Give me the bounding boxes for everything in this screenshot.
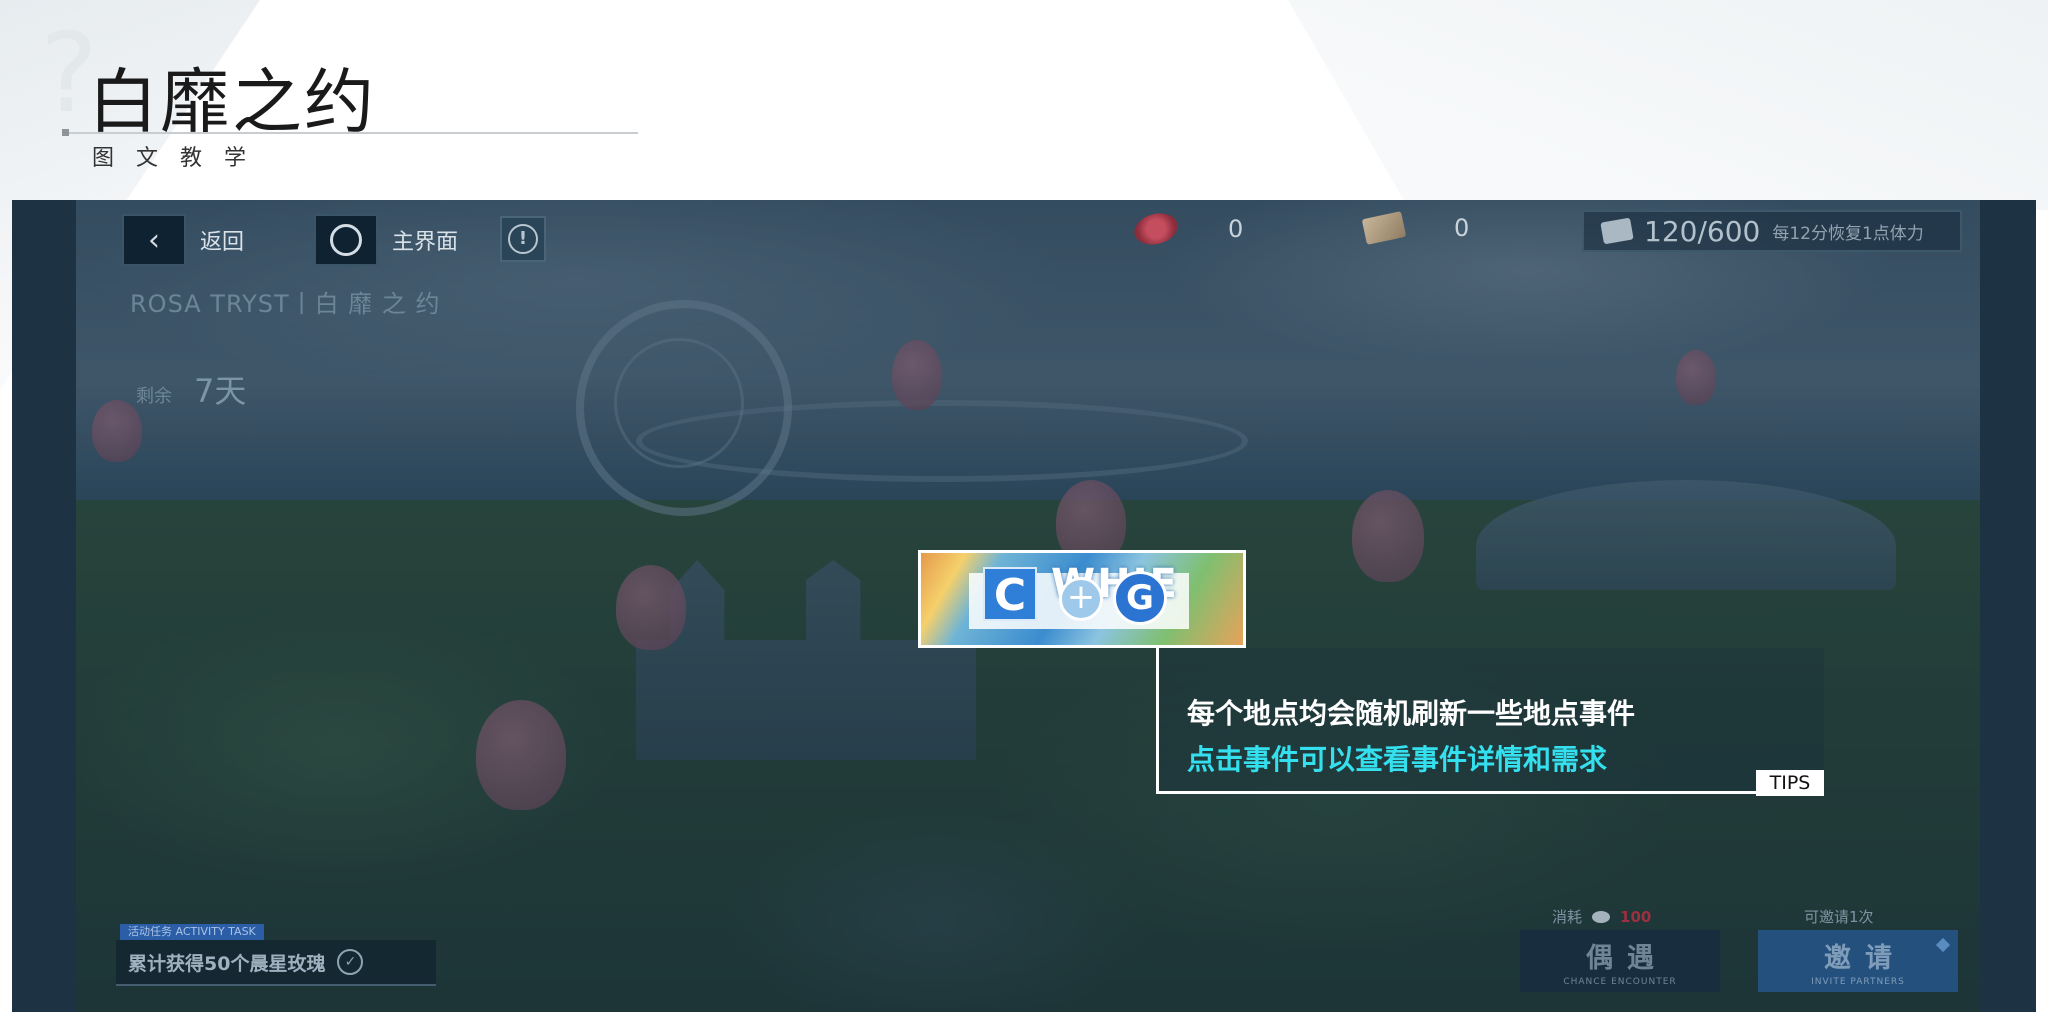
stamina-note: 每12分恢复1点体力 bbox=[1772, 223, 1924, 244]
rose-chip-icon bbox=[1130, 208, 1182, 250]
g-badge-icon: G bbox=[1113, 571, 1167, 625]
consume-cost: 消耗 100 bbox=[1552, 906, 1651, 927]
home-circle-icon bbox=[314, 214, 378, 266]
consume-amount: 100 bbox=[1620, 907, 1652, 926]
remaining-label: 剩余 bbox=[136, 386, 172, 407]
currency-rose: 0 bbox=[1130, 208, 1244, 250]
remaining-time: 剩余 7天 bbox=[136, 366, 246, 412]
tips-line-1: 每个地点均会随机刷新一些地点事件 bbox=[1187, 697, 1636, 730]
invite-label: 邀请 bbox=[1824, 942, 1906, 974]
activity-task-text: 累计获得50个晨星玫瑰 bbox=[128, 952, 326, 975]
consume-chip-icon bbox=[1592, 910, 1611, 923]
back-button[interactable]: ‹ 返回 bbox=[122, 214, 244, 266]
info-icon[interactable]: ! bbox=[500, 216, 546, 262]
home-label: 主界面 bbox=[392, 230, 459, 255]
back-chevron-icon: ‹ bbox=[122, 214, 186, 266]
activity-task-tag: 活动任务 ACTIVITY TASK bbox=[120, 924, 264, 940]
currency-ticket: 0 bbox=[1361, 211, 1470, 245]
remaining-value: 7天 bbox=[194, 372, 247, 410]
title-divider bbox=[66, 132, 638, 134]
header-decoration-right bbox=[1288, 0, 2048, 210]
encounter-label: 偶遇 bbox=[1586, 942, 1668, 974]
encounter-button[interactable]: 偶遇 CHANCE ENCOUNTER bbox=[1520, 930, 1720, 992]
invite-button[interactable]: 邀请 INVITE PARTNERS bbox=[1758, 930, 1958, 992]
currency-ticket-value: 0 bbox=[1454, 214, 1470, 242]
invite-sublabel: INVITE PARTNERS bbox=[1811, 976, 1905, 987]
currency-rose-value: 0 bbox=[1228, 215, 1244, 243]
stamina-value: 120/600 bbox=[1644, 214, 1761, 248]
activity-task-box: 累计获得50个晨星玫瑰 ✓ bbox=[116, 940, 436, 986]
stamina-display[interactable]: 120/600 每12分恢复1点体力 bbox=[1582, 210, 1962, 252]
encounter-sublabel: CHANCE ENCOUNTER bbox=[1563, 976, 1677, 987]
page-subtitle: 图文教学 bbox=[92, 146, 269, 171]
stamina-icon bbox=[1600, 217, 1634, 245]
home-button[interactable]: 主界面 bbox=[314, 214, 458, 266]
tips-line-2: 点击事件可以查看事件详情和需求 bbox=[1187, 743, 1608, 776]
invite-note: 可邀请1次 bbox=[1804, 908, 1874, 926]
event-subtitle: ROSA TRYST丨白 靡 之 约 bbox=[130, 290, 441, 318]
activity-task[interactable]: 活动任务 ACTIVITY TASK 累计获得50个晨星玫瑰 ✓ bbox=[116, 924, 436, 986]
c-badge-icon: C bbox=[983, 567, 1037, 621]
plus-icon[interactable]: + bbox=[1059, 577, 1103, 621]
back-label: 返回 bbox=[200, 230, 245, 255]
tips-tag: TIPS bbox=[1756, 770, 1824, 796]
consume-label: 消耗 bbox=[1552, 908, 1583, 926]
location-event-highlight[interactable]: WHIE C + G bbox=[918, 550, 1246, 648]
title-divider-dot bbox=[62, 129, 69, 136]
tips-callout: 每个地点均会随机刷新一些地点事件 点击事件可以查看事件详情和需求 bbox=[1156, 648, 1824, 794]
check-circle-icon: ✓ bbox=[337, 949, 364, 975]
ticket-icon bbox=[1361, 211, 1407, 245]
